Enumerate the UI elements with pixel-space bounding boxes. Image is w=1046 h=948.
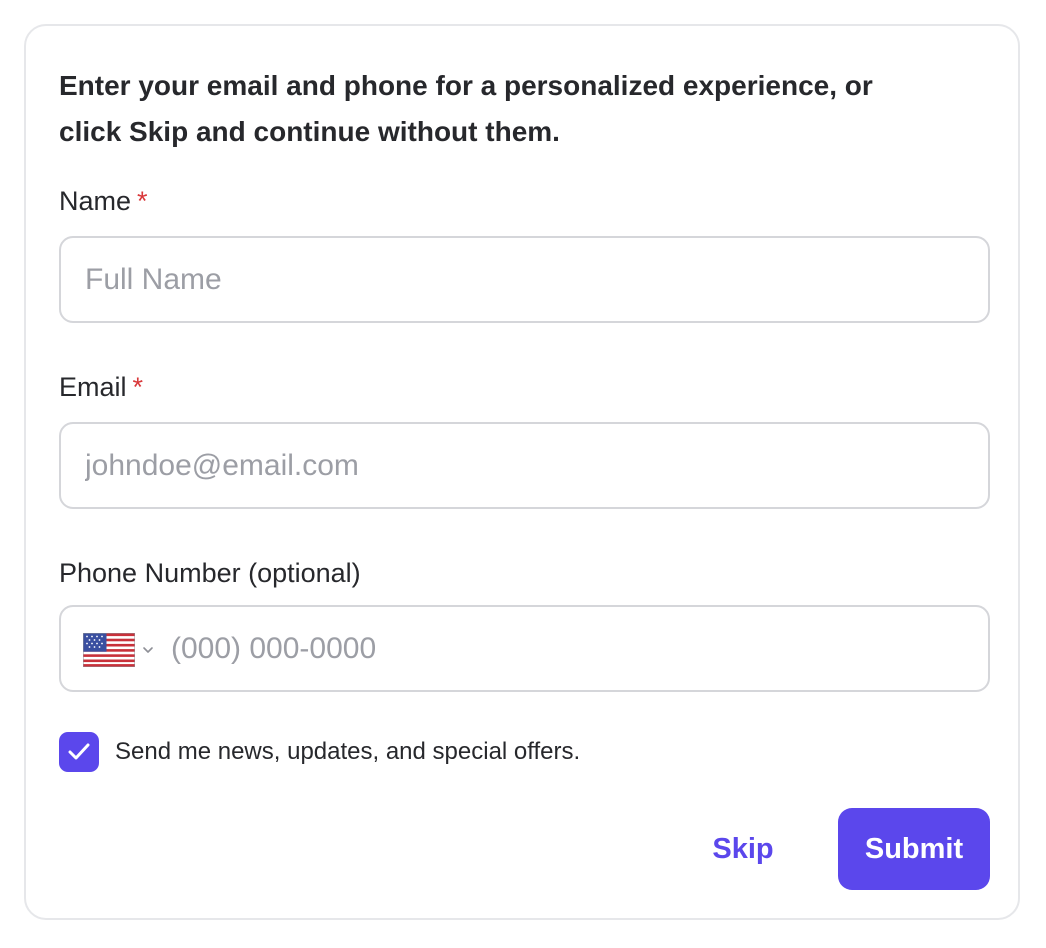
name-input[interactable]: [85, 238, 965, 321]
phone-label-text: Phone Number (optional): [59, 558, 361, 588]
email-label-text: Email: [59, 372, 127, 402]
name-required-mark: *: [137, 186, 148, 216]
name-label: Name *: [59, 185, 148, 217]
email-input[interactable]: [85, 424, 965, 507]
email-required-mark: *: [132, 372, 144, 402]
us-flag-icon: [83, 633, 135, 667]
intro-line-1: Enter your email and phone for a persona…: [59, 70, 873, 101]
email-field: [59, 422, 990, 509]
country-selector[interactable]: [83, 633, 165, 667]
name-label-text: Name: [59, 186, 132, 216]
checkmark-icon: [68, 743, 90, 760]
intro-text: Enter your email and phone for a persona…: [59, 63, 979, 155]
phone-label: Phone Number (optional): [59, 557, 361, 589]
consent-label[interactable]: Send me news, updates, and special offer…: [115, 736, 580, 768]
phone-input[interactable]: [171, 607, 961, 690]
intro-line-2: click Skip and continue without them.: [59, 116, 560, 147]
consent-checkbox[interactable]: [59, 732, 99, 772]
contact-form-card: Enter your email and phone for a persona…: [24, 24, 1020, 920]
email-label: Email *: [59, 371, 143, 403]
name-field: [59, 236, 990, 323]
submit-button[interactable]: Submit: [838, 808, 990, 890]
skip-button[interactable]: Skip: [692, 808, 794, 890]
phone-field: [59, 605, 990, 692]
chevron-down-icon: [143, 647, 153, 653]
